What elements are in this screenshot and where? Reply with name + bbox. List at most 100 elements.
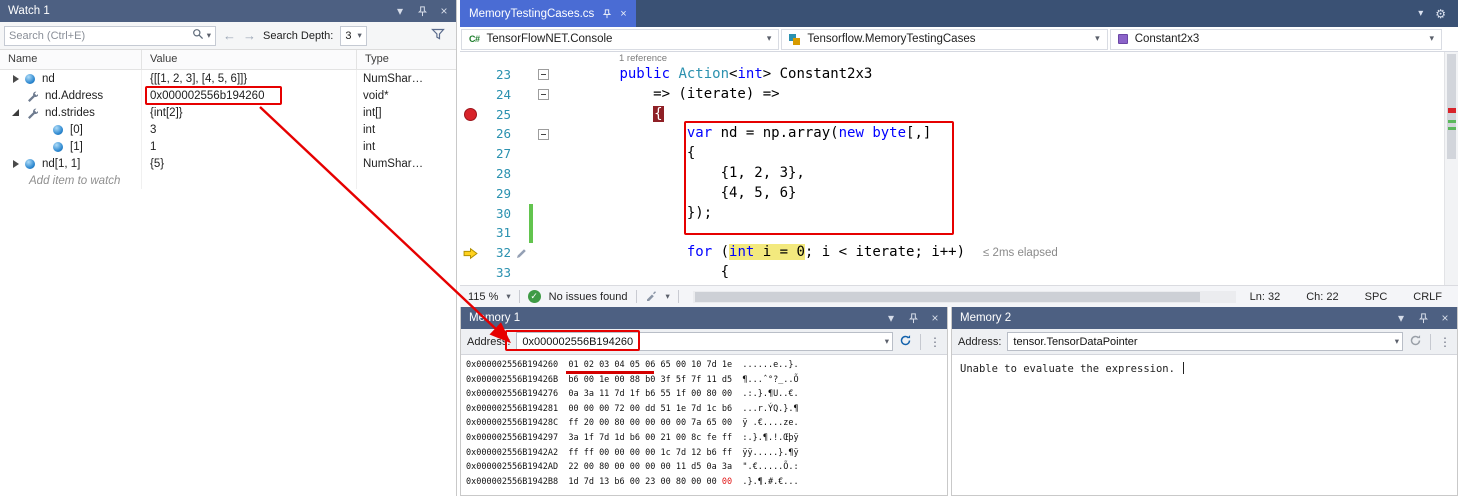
codelens-references[interactable]: 1 reference (460, 52, 1444, 65)
class-dropdown[interactable]: Tensorflow.MemoryTestingCases ▾ (781, 29, 1107, 50)
pin-icon[interactable] (415, 4, 429, 18)
close-icon[interactable]: × (928, 311, 942, 325)
outlining-margin[interactable] (534, 204, 552, 224)
watch-row[interactable]: nd{[[1, 2, 3], [4, 5, 6]]}NumShar… (0, 70, 456, 87)
outlining-margin[interactable] (534, 144, 552, 164)
pin-icon[interactable] (1416, 311, 1430, 325)
gear-icon[interactable]: ⚙ (1435, 7, 1446, 21)
watch-row[interactable]: [0]3int (0, 121, 456, 138)
pin-icon[interactable] (906, 311, 920, 325)
expander-open-icon[interactable] (9, 106, 22, 119)
memory2-titlebar[interactable]: Memory 2 ▾ × (952, 307, 1457, 329)
outlining-margin[interactable] (534, 243, 552, 263)
column-header-name[interactable]: Name (0, 50, 142, 69)
filter-icon[interactable] (431, 28, 446, 44)
breakpoint-margin[interactable] (460, 65, 482, 85)
expander-icon[interactable] (9, 72, 22, 85)
column-header-type[interactable]: Type (357, 50, 456, 69)
vertical-scrollbar[interactable] (1444, 52, 1458, 285)
watch-row[interactable]: nd[1, 1]{5}NumShar… (0, 155, 456, 172)
window-position-icon[interactable]: ▾ (1418, 8, 1423, 19)
collapse-region-icon[interactable] (538, 69, 549, 80)
breakpoint-margin[interactable] (460, 144, 482, 164)
breakpoint-margin[interactable] (460, 243, 482, 263)
zoom-caret-icon[interactable]: ▾ (506, 292, 510, 302)
close-icon[interactable]: × (437, 4, 451, 18)
watch-value[interactable] (142, 172, 357, 189)
toolbar-overflow-icon[interactable]: ⋮ (929, 335, 941, 349)
outlining-margin[interactable] (534, 263, 552, 283)
window-position-icon[interactable]: ▾ (1394, 311, 1408, 325)
expander-icon[interactable] (9, 157, 22, 170)
watch-value[interactable]: {5} (142, 155, 357, 172)
outlining-margin[interactable] (534, 223, 552, 243)
collapse-region-icon[interactable] (538, 129, 549, 140)
refresh-icon[interactable] (1409, 334, 1422, 350)
breakpoint-margin[interactable] (460, 184, 482, 204)
code-cleanup-icon[interactable] (645, 289, 658, 304)
window-position-icon[interactable]: ▾ (393, 4, 407, 18)
window-position-icon[interactable]: ▾ (884, 311, 898, 325)
watch-search-box[interactable]: ▾ (4, 26, 216, 46)
search-icon[interactable] (192, 28, 204, 43)
outlining-margin[interactable] (534, 124, 552, 144)
breakpoint-margin[interactable] (460, 164, 482, 184)
horizontal-scrollbar[interactable] (693, 291, 1236, 303)
memory1-address-input[interactable] (522, 336, 880, 348)
outlining-margin[interactable] (534, 164, 552, 184)
status-spaces[interactable]: SPC (1365, 291, 1388, 303)
refresh-icon[interactable] (899, 334, 912, 350)
memory-dump[interactable]: 0x000002556B194260 01 02 03 04 05 06 65 … (461, 355, 947, 495)
memory2-address-input[interactable] (1013, 336, 1390, 348)
breakpoint-margin[interactable] (460, 223, 482, 243)
tab-pin-icon[interactable] (602, 9, 612, 19)
search-next-icon[interactable]: → (243, 29, 256, 42)
memory2-address-combo[interactable]: ▾ (1007, 332, 1403, 351)
zoom-level[interactable]: 115 % (468, 291, 498, 303)
watch-row[interactable]: nd.strides{int[2]}int[] (0, 104, 456, 121)
breakpoint-margin[interactable] (460, 85, 482, 105)
chevron-down-icon[interactable]: ▾ (1395, 337, 1399, 347)
breakpoint-margin[interactable] (460, 105, 482, 125)
breakpoint-margin[interactable] (460, 204, 482, 224)
status-line-ending[interactable]: CRLF (1413, 291, 1442, 303)
breakpoint-icon[interactable] (464, 108, 477, 121)
project-dropdown[interactable]: C# TensorFlowNET.Console ▾ (461, 29, 779, 50)
status-column[interactable]: Ch: 22 (1306, 291, 1338, 303)
watch-row[interactable]: nd.Address0x000002556b194260void* (0, 87, 456, 104)
watch-titlebar[interactable]: Watch 1 ▾ × (0, 0, 456, 22)
watch-value[interactable]: 3 (142, 121, 357, 138)
memory1-titlebar[interactable]: Memory 1 ▾ × (461, 307, 947, 329)
outlining-margin[interactable] (534, 65, 552, 85)
member-dropdown[interactable]: Constant2x3 ▾ (1110, 29, 1442, 50)
watch-value[interactable]: {int[2]} (142, 104, 357, 121)
outlining-margin[interactable] (534, 105, 552, 125)
code-surface[interactable]: 1 reference 23 public Action<int> Consta… (460, 52, 1444, 285)
issues-status[interactable]: No issues found (549, 291, 628, 303)
document-tab[interactable]: MemoryTestingCases.cs × (460, 0, 636, 27)
search-prev-icon[interactable]: ← (223, 29, 236, 42)
perf-tip[interactable]: ≤ 2ms elapsed (983, 247, 1058, 259)
scrollbar-thumb[interactable] (695, 292, 1200, 302)
code-cleanup-caret-icon[interactable]: ▾ (666, 292, 670, 302)
watch-search-input[interactable] (9, 30, 189, 42)
watch-value[interactable]: 1 (142, 138, 357, 155)
watch-value[interactable]: {[[1, 2, 3], [4, 5, 6]]} (142, 70, 357, 87)
close-icon[interactable]: × (1438, 311, 1452, 325)
tab-close-icon[interactable]: × (620, 8, 626, 20)
watch-value[interactable]: 0x000002556b194260 (142, 87, 357, 104)
watch-add-row[interactable]: Add item to watch (0, 172, 456, 189)
breakpoint-margin[interactable] (460, 263, 482, 283)
outlining-margin[interactable] (534, 184, 552, 204)
watch-row[interactable]: [1]1int (0, 138, 456, 155)
column-header-value[interactable]: Value (142, 50, 357, 69)
memory1-address-combo[interactable]: ▾ (516, 332, 893, 351)
breakpoint-margin[interactable] (460, 124, 482, 144)
memory2-message-area[interactable]: Unable to evaluate the expression. (952, 355, 1457, 495)
status-line[interactable]: Ln: 32 (1250, 291, 1281, 303)
chevron-down-icon[interactable]: ▾ (885, 337, 889, 347)
scrollbar-thumb[interactable] (1447, 54, 1456, 159)
search-options-caret-icon[interactable]: ▾ (207, 31, 211, 41)
toolbar-overflow-icon[interactable]: ⋮ (1439, 335, 1451, 349)
collapse-region-icon[interactable] (538, 89, 549, 100)
